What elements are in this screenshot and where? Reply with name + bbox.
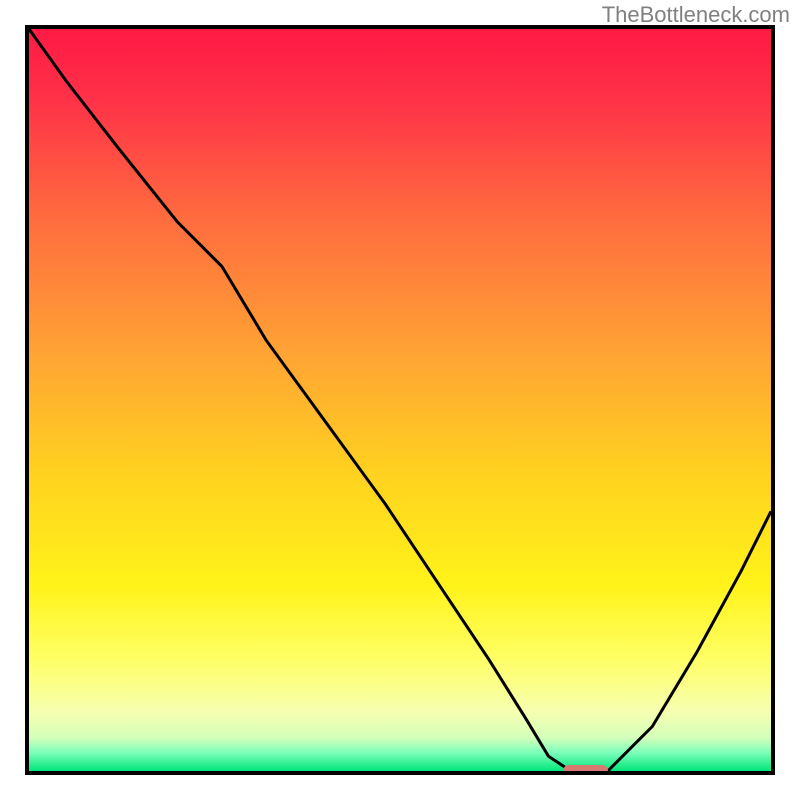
watermark-text: TheBottleneck.com (602, 2, 790, 28)
plot-area (25, 25, 775, 775)
optimal-marker (563, 765, 608, 775)
bottleneck-curve (29, 29, 771, 771)
chart-container: TheBottleneck.com (0, 0, 800, 800)
